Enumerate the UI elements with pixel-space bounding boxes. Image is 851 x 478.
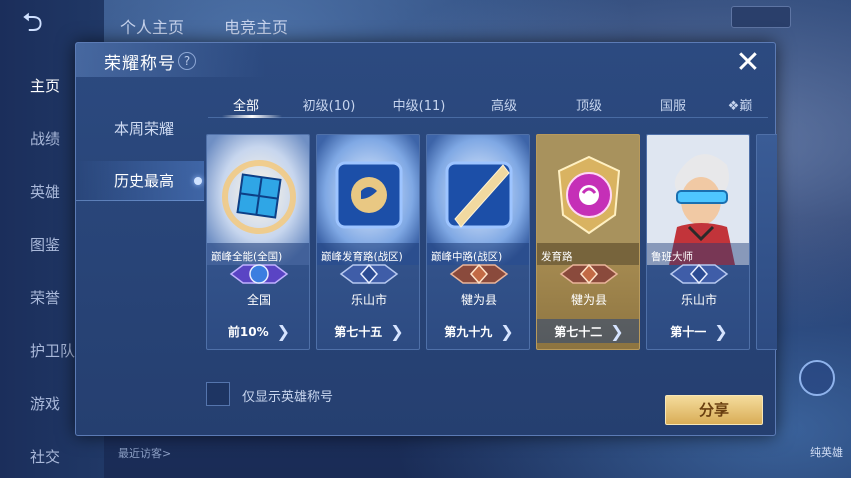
card-region: 乐山市 xyxy=(350,293,387,307)
tab-middle[interactable]: 中级(11) xyxy=(374,95,464,114)
tab-active-indicator xyxy=(222,115,282,118)
category-list: 本周荣耀 历史最高 xyxy=(76,109,204,201)
card-rank: 第七十五 xyxy=(334,324,383,339)
dialog-header: 荣耀称号 ? ✕ xyxy=(76,43,775,79)
dialog-title: 荣耀称号 xyxy=(104,54,176,74)
badge-icon xyxy=(669,263,729,285)
help-icon[interactable]: ? xyxy=(178,52,196,70)
title-card[interactable]: 发育路 犍为县 第七十二 ❯ xyxy=(536,134,640,350)
close-icon[interactable]: ✕ xyxy=(733,48,763,79)
dialog-title-bar: 荣耀称号 ? xyxy=(76,43,266,77)
tab-row: 全部 初级(10) 中级(11) 高级 顶级 国服 ❖巅 xyxy=(208,91,768,117)
card-rank-row[interactable]: 第七十二 ❯ xyxy=(537,319,639,343)
card-rank-row[interactable]: 第七十五 ❯ xyxy=(317,319,419,343)
category-history-best[interactable]: 历史最高 xyxy=(76,161,204,201)
back-icon[interactable]: ⮌ xyxy=(22,10,74,36)
diamond-icon: ❖ xyxy=(727,98,740,114)
bg-tab-esports[interactable]: 电竞主页 xyxy=(224,14,288,38)
chevron-right-icon: ❯ xyxy=(714,321,728,341)
card-region: 全国 xyxy=(246,293,271,307)
card-region: 犍为县 xyxy=(570,293,607,307)
card-rank: 第十一 xyxy=(670,324,707,339)
title-card-partial[interactable] xyxy=(756,134,777,350)
card-region: 犍为县 xyxy=(460,293,497,307)
title-cards: 巅峰全能(全国) 全国 前10% ❯ 巅峰发育路(战区) 乐山市 第七十五 ❯ … xyxy=(206,134,777,394)
title-card[interactable]: 鲁班大师 乐山市 第十一 ❯ xyxy=(646,134,750,350)
share-button[interactable]: 分享 xyxy=(665,395,763,425)
chevron-right-icon: ❯ xyxy=(500,321,514,341)
tab-divider xyxy=(208,117,768,118)
tab-national[interactable]: 国服 xyxy=(634,95,712,114)
recent-visitors-link[interactable]: 最近访客> xyxy=(118,445,171,461)
card-rank: 第九十九 xyxy=(444,324,493,339)
tab-senior[interactable]: 高级 xyxy=(464,95,544,114)
blue-slash-icon xyxy=(427,135,529,265)
tab-peak-label: 巅 xyxy=(739,98,753,114)
bg-right-label: 纯英雄 xyxy=(810,446,843,459)
bg-nav-social[interactable]: 社交 xyxy=(0,431,104,478)
title-card[interactable]: 巅峰发育路(战区) 乐山市 第七十五 ❯ xyxy=(316,134,420,350)
tab-junior[interactable]: 初级(10) xyxy=(284,95,374,114)
honor-title-dialog: 荣耀称号 ? ✕ 本周荣耀 历史最高 全部 初级(10) 中级(11) 高级 顶… xyxy=(75,42,777,436)
background-top-tabs: 个人主页 电竞主页 xyxy=(120,14,288,38)
badge-icon xyxy=(559,263,619,285)
hero-portrait-icon xyxy=(647,135,749,265)
bg-right-badge-icon[interactable] xyxy=(799,360,835,396)
card-rank-row[interactable]: 第九十九 ❯ xyxy=(427,319,529,343)
card-rank: 前10% xyxy=(227,324,269,339)
chevron-right-icon: ❯ xyxy=(390,321,404,341)
badge-icon xyxy=(339,263,399,285)
blue-cube-icon xyxy=(207,135,309,265)
card-region: 乐山市 xyxy=(680,293,717,307)
tab-all[interactable]: 全部 xyxy=(208,95,284,114)
title-card[interactable]: 巅峰中路(战区) 犍为县 第九十九 ❯ xyxy=(426,134,530,350)
badge-icon xyxy=(229,264,289,284)
badge-icon xyxy=(449,263,509,285)
category-active-dot xyxy=(194,177,202,185)
bg-tab-personal[interactable]: 个人主页 xyxy=(120,14,184,38)
card-rank-row[interactable]: 第十一 ❯ xyxy=(647,319,749,343)
bg-top-right-button[interactable] xyxy=(731,6,791,28)
category-weekly[interactable]: 本周荣耀 xyxy=(76,109,204,161)
card-rank: 第七十二 xyxy=(554,324,603,339)
hero-title-only-checkbox[interactable] xyxy=(206,382,230,406)
blue-frame-icon xyxy=(317,135,419,265)
title-card[interactable]: 巅峰全能(全国) 全国 前10% ❯ xyxy=(206,134,310,350)
card-rank-row[interactable]: 前10% ❯ xyxy=(207,319,309,343)
chevron-right-icon: ❯ xyxy=(610,321,624,341)
hero-title-only-label: 仅显示英雄称号 xyxy=(242,390,334,405)
tab-peak[interactable]: ❖巅 xyxy=(712,95,768,114)
purple-shield-icon xyxy=(537,135,639,265)
tab-top[interactable]: 顶级 xyxy=(544,95,634,114)
chevron-right-icon: ❯ xyxy=(276,321,291,341)
